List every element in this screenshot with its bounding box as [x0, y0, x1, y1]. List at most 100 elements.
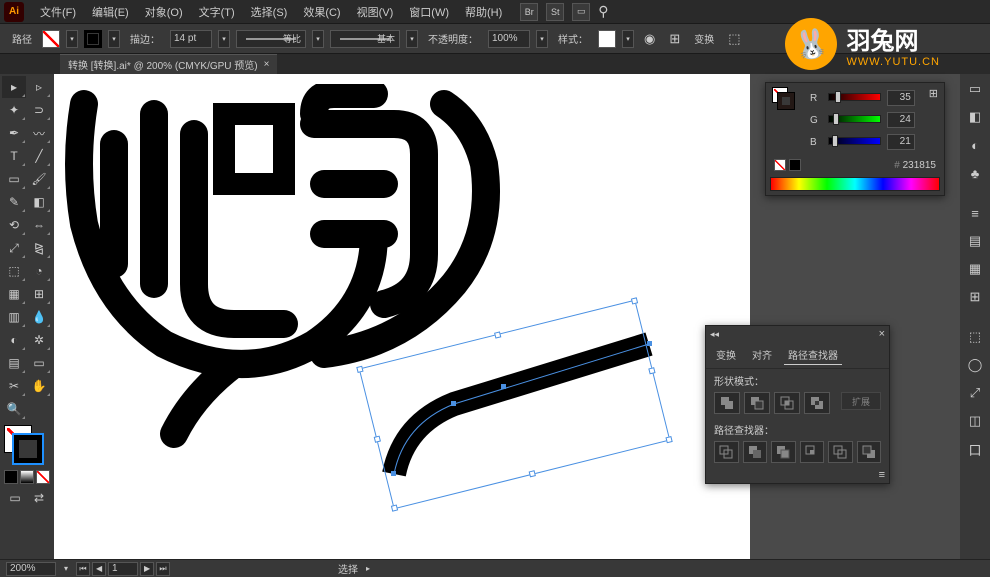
dock-panel-icon[interactable]: ≡: [962, 200, 988, 226]
direct-selection-tool[interactable]: ▹: [27, 76, 51, 98]
nav-prev[interactable]: ◀: [92, 562, 106, 576]
slice-tool[interactable]: ✂: [2, 375, 26, 397]
crop-button[interactable]: [800, 441, 825, 463]
screen-mode-toggle[interactable]: ⇄: [28, 487, 50, 509]
perspective-tool[interactable]: ▦: [2, 283, 26, 305]
close-icon[interactable]: ×: [264, 59, 270, 70]
magic-wand-tool[interactable]: ✦: [2, 99, 26, 121]
shape-builder-tool[interactable]: ◔: [27, 260, 51, 282]
paintbrush-tool[interactable]: 🖌: [27, 168, 51, 190]
bbox-handle-ml[interactable]: [374, 435, 381, 442]
arrange-icon[interactable]: ▭: [572, 3, 590, 21]
channel-slider[interactable]: [828, 93, 881, 103]
stroke-width-input[interactable]: [170, 30, 212, 48]
pencil-tool[interactable]: ✎: [2, 191, 26, 213]
zoom-dd[interactable]: ▾: [64, 564, 68, 573]
eyedropper-tool[interactable]: 💧: [27, 306, 51, 328]
lasso-tool[interactable]: ⊃: [27, 99, 51, 121]
gradient-tool[interactable]: ▥: [2, 306, 26, 328]
pathfinder-tab[interactable]: 对齐: [748, 345, 776, 365]
fill-stroke-indicator[interactable]: [4, 425, 50, 465]
pen-tool[interactable]: ✒: [2, 122, 26, 144]
mesh-tool[interactable]: ⊞: [27, 283, 51, 305]
panel-collapse-icon[interactable]: ◂◂: [710, 329, 719, 340]
dock-panel-icon[interactable]: ◧: [962, 104, 988, 130]
rotate-tool[interactable]: ⟲: [2, 214, 26, 236]
curvature-tool[interactable]: 〰: [27, 122, 51, 144]
menu-item[interactable]: 帮助(H): [457, 1, 510, 23]
document-tab[interactable]: 转换 [转换].ai* @ 200% (CMYK/GPU 预览) ×: [60, 54, 277, 74]
hand-tool[interactable]: ✋: [27, 375, 51, 397]
bbox-handle-tm[interactable]: [494, 331, 501, 338]
stroke-dropdown[interactable]: ▾: [108, 30, 120, 48]
pathfinder-tab[interactable]: 路径查找器: [784, 345, 842, 365]
dock-panel-icon[interactable]: ◯: [962, 352, 988, 378]
menu-item[interactable]: 对象(O): [137, 1, 191, 23]
symbol-tool[interactable]: ✲: [27, 329, 51, 351]
bridge-icon[interactable]: Br: [520, 3, 538, 21]
dock-panel-icon[interactable]: ▤: [962, 228, 988, 254]
width-tool[interactable]: ⧎: [27, 237, 51, 259]
panel-close-icon[interactable]: ×: [879, 328, 885, 340]
minus-back-button[interactable]: [857, 441, 882, 463]
menu-item[interactable]: 文件(F): [32, 1, 84, 23]
stroke-swatch[interactable]: [84, 30, 102, 48]
search-icon[interactable]: ⚲: [598, 3, 608, 21]
color-mode-btn[interactable]: [4, 470, 18, 484]
tool-dd[interactable]: ▸: [366, 564, 370, 573]
panel-stroke-swatch[interactable]: [778, 93, 794, 109]
unite-button[interactable]: [714, 392, 740, 414]
artboard-num-input[interactable]: [108, 562, 138, 576]
dock-panel-icon[interactable]: ⬚: [962, 324, 988, 350]
dock-panel-icon[interactable]: ⊞: [962, 284, 988, 310]
stroke-width-dd[interactable]: ▾: [218, 30, 230, 48]
align-icon[interactable]: ⊞: [669, 31, 680, 47]
menu-item[interactable]: 视图(V): [349, 1, 402, 23]
zoom-input[interactable]: [6, 562, 56, 576]
opacity-dd[interactable]: ▾: [536, 30, 548, 48]
graph-tool[interactable]: ▤: [2, 352, 26, 374]
nav-next[interactable]: ▶: [140, 562, 154, 576]
fill-dropdown[interactable]: ▾: [66, 30, 78, 48]
profile-dd[interactable]: ▾: [406, 30, 418, 48]
dock-panel-icon[interactable]: ♣: [962, 160, 988, 186]
style-dd[interactable]: ▾: [622, 30, 634, 48]
channel-slider[interactable]: [828, 137, 881, 147]
rectangle-tool[interactable]: ▭: [2, 168, 26, 190]
nav-last[interactable]: ⏭: [156, 562, 170, 576]
trim-button[interactable]: [743, 441, 768, 463]
uniform-dd[interactable]: ▾: [312, 30, 324, 48]
menu-item[interactable]: 窗口(W): [401, 1, 457, 23]
none-mode-btn[interactable]: [36, 470, 50, 484]
dock-panel-icon[interactable]: ▭: [962, 76, 988, 102]
dock-panel-icon[interactable]: ▦: [962, 256, 988, 282]
selection-tool[interactable]: ▸: [2, 76, 26, 98]
menu-item[interactable]: 编辑(E): [84, 1, 137, 23]
panel-menu-icon[interactable]: ≡: [706, 467, 889, 483]
none-swatch[interactable]: [774, 159, 786, 171]
line-tool[interactable]: ╱: [27, 145, 51, 167]
recolor-icon[interactable]: ◉: [644, 31, 655, 47]
expand-button[interactable]: 扩展: [841, 392, 881, 410]
dock-panel-icon[interactable]: ◫: [962, 408, 988, 434]
gradient-mode-btn[interactable]: [20, 470, 34, 484]
menu-item[interactable]: 文字(T): [191, 1, 243, 23]
stroke-profile-basic[interactable]: 基本: [330, 30, 400, 48]
bw-swatch[interactable]: [789, 159, 801, 171]
menu-item[interactable]: 效果(C): [295, 1, 348, 23]
transform-label[interactable]: 变换: [690, 31, 718, 46]
free-transform-tool[interactable]: ⬚: [2, 260, 26, 282]
minus-front-button[interactable]: [744, 392, 770, 414]
stroke-indicator[interactable]: [14, 435, 42, 463]
screen-mode-normal[interactable]: ▭: [4, 487, 26, 509]
type-tool[interactable]: T: [2, 145, 26, 167]
channel-value[interactable]: 35: [887, 90, 915, 106]
channel-slider[interactable]: [828, 115, 881, 125]
pathfinder-tab[interactable]: 变换: [712, 345, 740, 365]
menu-item[interactable]: 选择(S): [243, 1, 296, 23]
zoom-tool[interactable]: 🔍: [2, 398, 26, 420]
intersect-button[interactable]: [774, 392, 800, 414]
divide-button[interactable]: [714, 441, 739, 463]
blend-tool[interactable]: ◐: [2, 329, 26, 351]
nav-first[interactable]: ⏮: [76, 562, 90, 576]
